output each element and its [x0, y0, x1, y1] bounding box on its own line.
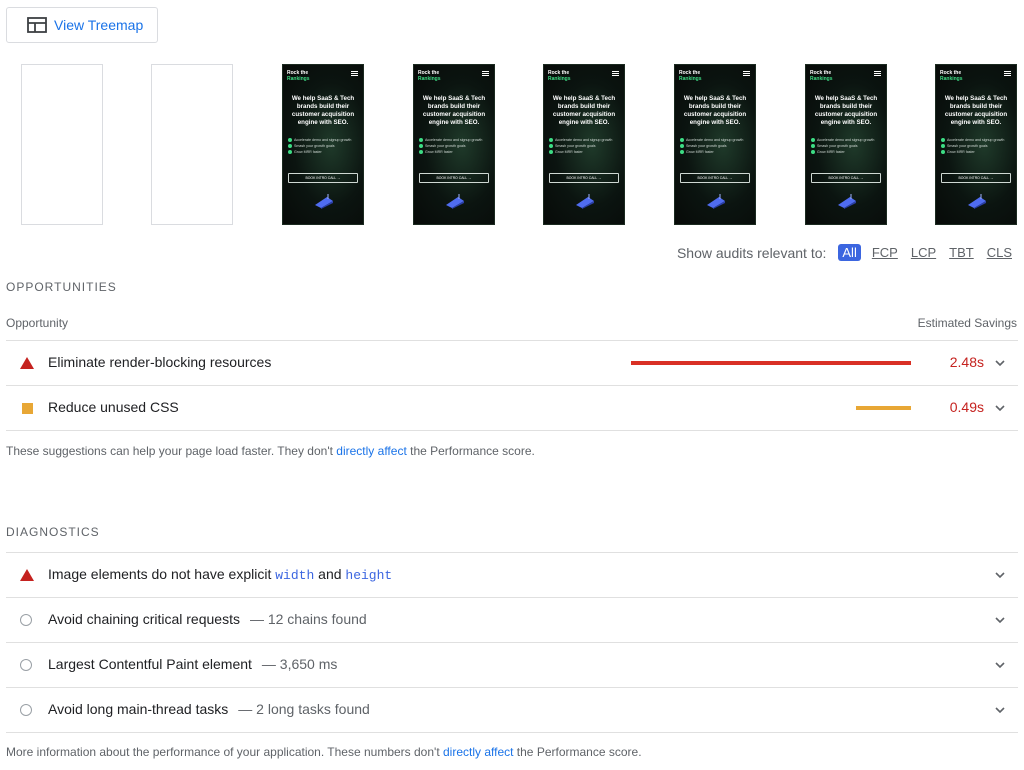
directly-affect-link[interactable]: directly affect — [336, 444, 406, 458]
audit-display-value: — 2 long tasks found — [238, 701, 370, 717]
info-circle-icon — [20, 614, 32, 626]
info-circle-icon — [20, 704, 32, 716]
frame-cta: BOOK INTRO CALL → — [288, 173, 358, 183]
diagnostics-note: More information about the performance o… — [6, 745, 642, 759]
diagnostic-row-long-tasks[interactable]: Avoid long main-thread tasks — 2 long tas… — [6, 687, 1018, 732]
hamburger-icon — [482, 71, 489, 76]
hamburger-icon — [1004, 71, 1011, 76]
opportunity-row-unused-css[interactable]: Reduce unused CSS 0.49s — [6, 385, 1018, 430]
frame-cta: BOOK INTRO CALL → — [680, 173, 750, 183]
frame-headline: We help SaaS & Tech brands build their c… — [552, 95, 616, 126]
chevron-down-icon[interactable] — [994, 403, 1006, 413]
rocket-illustration-icon — [576, 194, 594, 209]
filter-chip-lcp[interactable]: LCP — [909, 244, 938, 261]
filmstrip-frame: Rock the Rankings We help SaaS & Tech bra… — [674, 64, 756, 225]
filmstrip-frame: Rock the Rankings We help SaaS & Tech bra… — [935, 64, 1017, 225]
audit-title: Image elements do not have explicit widt… — [48, 566, 393, 583]
filmstrip-frame: Rock the Rankings We help SaaS & Tech bra… — [543, 64, 625, 225]
chevron-down-icon[interactable] — [994, 358, 1006, 368]
rocket-illustration-icon — [838, 194, 856, 209]
opportunity-column-header: Opportunity — [6, 316, 69, 330]
frame-bullets: Accelerate demo and signup growth Smash … — [549, 137, 612, 155]
frame-bullets: Accelerate demo and signup growth Smash … — [419, 137, 482, 155]
code-width: width — [275, 568, 315, 583]
diagnostic-row-lcp-element[interactable]: Largest Contentful Paint element — 3,650 … — [6, 642, 1018, 687]
rocket-illustration-icon — [446, 194, 464, 209]
rocket-illustration-icon — [315, 194, 333, 209]
diagnostics-heading: DIAGNOSTICS — [6, 525, 100, 539]
estimated-savings-column-header: Estimated Savings — [917, 316, 1017, 330]
audit-title: Reduce unused CSS — [48, 399, 179, 415]
treemap-icon — [27, 17, 47, 33]
savings-value: 0.49s — [949, 399, 984, 415]
rocket-illustration-icon — [968, 194, 986, 209]
frame-headline: We help SaaS & Tech brands build their c… — [422, 95, 486, 126]
filter-chip-tbt[interactable]: TBT — [947, 244, 976, 261]
audit-title: Eliminate render-blocking resources — [48, 354, 272, 370]
chevron-down-icon[interactable] — [994, 570, 1006, 580]
frame-bullets: Accelerate demo and signup growth Smash … — [288, 137, 351, 155]
frame-headline: We help SaaS & Tech brands build their c… — [944, 95, 1008, 126]
savings-value: 2.48s — [949, 354, 984, 370]
frame-brand: Rock the Rankings — [548, 70, 571, 82]
frame-brand: Rock the Rankings — [418, 70, 441, 82]
frame-brand: Rock the Rankings — [287, 70, 310, 82]
filmstrip-frame: Rock the Rankings We help SaaS & Tech bra… — [805, 64, 887, 225]
frame-cta: BOOK INTRO CALL → — [419, 173, 489, 183]
frame-headline: We help SaaS & Tech brands build their c… — [814, 95, 878, 126]
info-circle-icon — [20, 659, 32, 671]
frame-brand: Rock the Rankings — [679, 70, 702, 82]
audit-title: Largest Contentful Paint element — [48, 656, 252, 672]
audit-display-value: — 3,650 ms — [261, 656, 338, 672]
frame-cta: BOOK INTRO CALL → — [549, 173, 619, 183]
frame-cta: BOOK INTRO CALL → — [811, 173, 881, 183]
frame-headline: We help SaaS & Tech brands build their c… — [291, 95, 355, 126]
frame-bullets: Accelerate demo and signup growth Smash … — [811, 137, 874, 155]
divider — [6, 430, 1018, 431]
view-treemap-label: View Treemap — [54, 17, 144, 33]
audit-filter-label: Show audits relevant to: — [676, 244, 827, 261]
frame-bullets: Accelerate demo and signup growth Smash … — [941, 137, 1004, 155]
rocket-illustration-icon — [707, 194, 725, 209]
frame-bullets: Accelerate demo and signup growth Smash … — [680, 137, 743, 155]
filter-chip-all[interactable]: All — [838, 244, 861, 261]
filmstrip-frame: Rock the Rankings We help SaaS & Tech bra… — [282, 64, 364, 225]
filter-chip-fcp[interactable]: FCP — [870, 244, 900, 261]
audit-filter: Show audits relevant to: All FCP LCP TBT… — [677, 244, 1014, 261]
fail-triangle-icon — [20, 357, 34, 369]
filter-chip-cls[interactable]: CLS — [985, 244, 1014, 261]
chevron-down-icon[interactable] — [994, 615, 1006, 625]
view-treemap-button[interactable]: View Treemap — [6, 7, 158, 43]
filmstrip-frame-blank — [151, 64, 233, 225]
code-height: height — [345, 568, 393, 583]
opportunities-note: These suggestions can help your page loa… — [6, 444, 535, 458]
directly-affect-link[interactable]: directly affect — [443, 745, 513, 759]
hamburger-icon — [351, 71, 358, 76]
average-square-icon — [22, 403, 33, 414]
opportunity-row-render-blocking[interactable]: Eliminate render-blocking resources 2.48… — [6, 340, 1018, 385]
hamburger-icon — [743, 71, 750, 76]
diagnostic-row-image-dimensions[interactable]: Image elements do not have explicit widt… — [6, 552, 1018, 597]
opportunities-heading: OPPORTUNITIES — [6, 280, 117, 294]
hamburger-icon — [612, 71, 619, 76]
hamburger-icon — [874, 71, 881, 76]
audit-display-value: — 12 chains found — [249, 611, 367, 627]
filmstrip: Rock the Rankings We help SaaS & Tech bra… — [0, 64, 1024, 226]
diagnostic-row-critical-requests[interactable]: Avoid chaining critical requests — 12 cha… — [6, 597, 1018, 642]
audit-title: Avoid long main-thread tasks — [48, 701, 229, 717]
frame-brand: Rock the Rankings — [810, 70, 833, 82]
chevron-down-icon[interactable] — [994, 660, 1006, 670]
frame-brand: Rock the Rankings — [940, 70, 963, 82]
fail-triangle-icon — [20, 569, 34, 581]
frame-cta: BOOK INTRO CALL → — [941, 173, 1011, 183]
divider — [6, 732, 1018, 733]
chevron-down-icon[interactable] — [994, 705, 1006, 715]
filmstrip-frame: Rock the Rankings We help SaaS & Tech bra… — [413, 64, 495, 225]
savings-bar — [631, 361, 911, 365]
audit-title: Avoid chaining critical requests — [48, 611, 240, 627]
frame-headline: We help SaaS & Tech brands build their c… — [683, 95, 747, 126]
savings-bar — [856, 406, 911, 410]
filmstrip-frame-blank — [21, 64, 103, 225]
